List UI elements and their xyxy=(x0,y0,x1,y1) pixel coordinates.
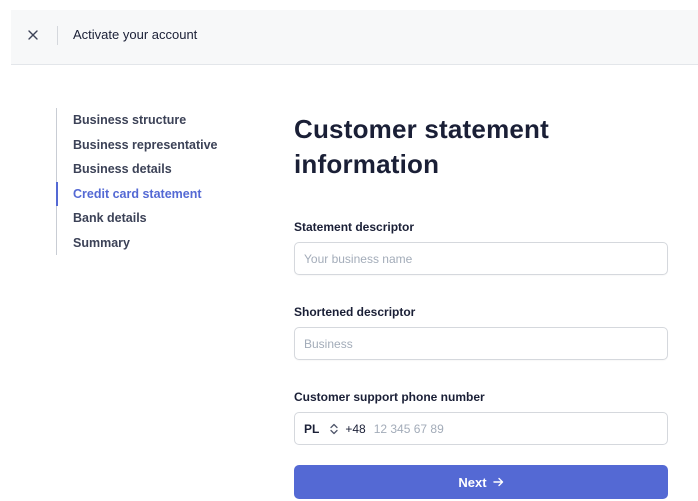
step-business-representative[interactable]: Business representative xyxy=(56,132,218,157)
close-icon[interactable] xyxy=(26,28,40,42)
phone-number-input[interactable] xyxy=(373,421,594,436)
country-select[interactable]: PL xyxy=(304,422,319,436)
top-bar: Activate your account xyxy=(11,10,698,65)
step-business-details[interactable]: Business details xyxy=(56,157,218,182)
statement-descriptor-input[interactable] xyxy=(294,242,668,275)
dial-code: +48 xyxy=(345,421,366,436)
support-phone-label: Customer support phone number xyxy=(294,390,485,404)
chevron-up-down-icon[interactable] xyxy=(329,423,339,435)
next-button-label: Next xyxy=(458,474,487,490)
step-summary[interactable]: Summary xyxy=(56,230,218,255)
step-business-structure[interactable]: Business structure xyxy=(56,108,218,133)
next-button[interactable]: Next xyxy=(294,465,668,499)
form-content: Customer statement information Statement… xyxy=(294,112,668,445)
statement-descriptor-label: Statement descriptor xyxy=(294,220,415,234)
shortened-descriptor-input[interactable] xyxy=(294,327,668,360)
step-credit-card-statement[interactable]: Credit card statement xyxy=(56,181,218,206)
form-heading: Customer statement information xyxy=(294,114,549,179)
header-divider xyxy=(57,26,58,45)
support-phone-field: PL +48 xyxy=(294,412,668,445)
steps-nav: Business structure Business representati… xyxy=(56,108,218,255)
step-bank-details[interactable]: Bank details xyxy=(56,206,218,231)
shortened-descriptor-label: Shortened descriptor xyxy=(294,305,416,319)
page-title: Activate your account xyxy=(73,27,198,42)
arrow-right-icon xyxy=(492,475,504,490)
